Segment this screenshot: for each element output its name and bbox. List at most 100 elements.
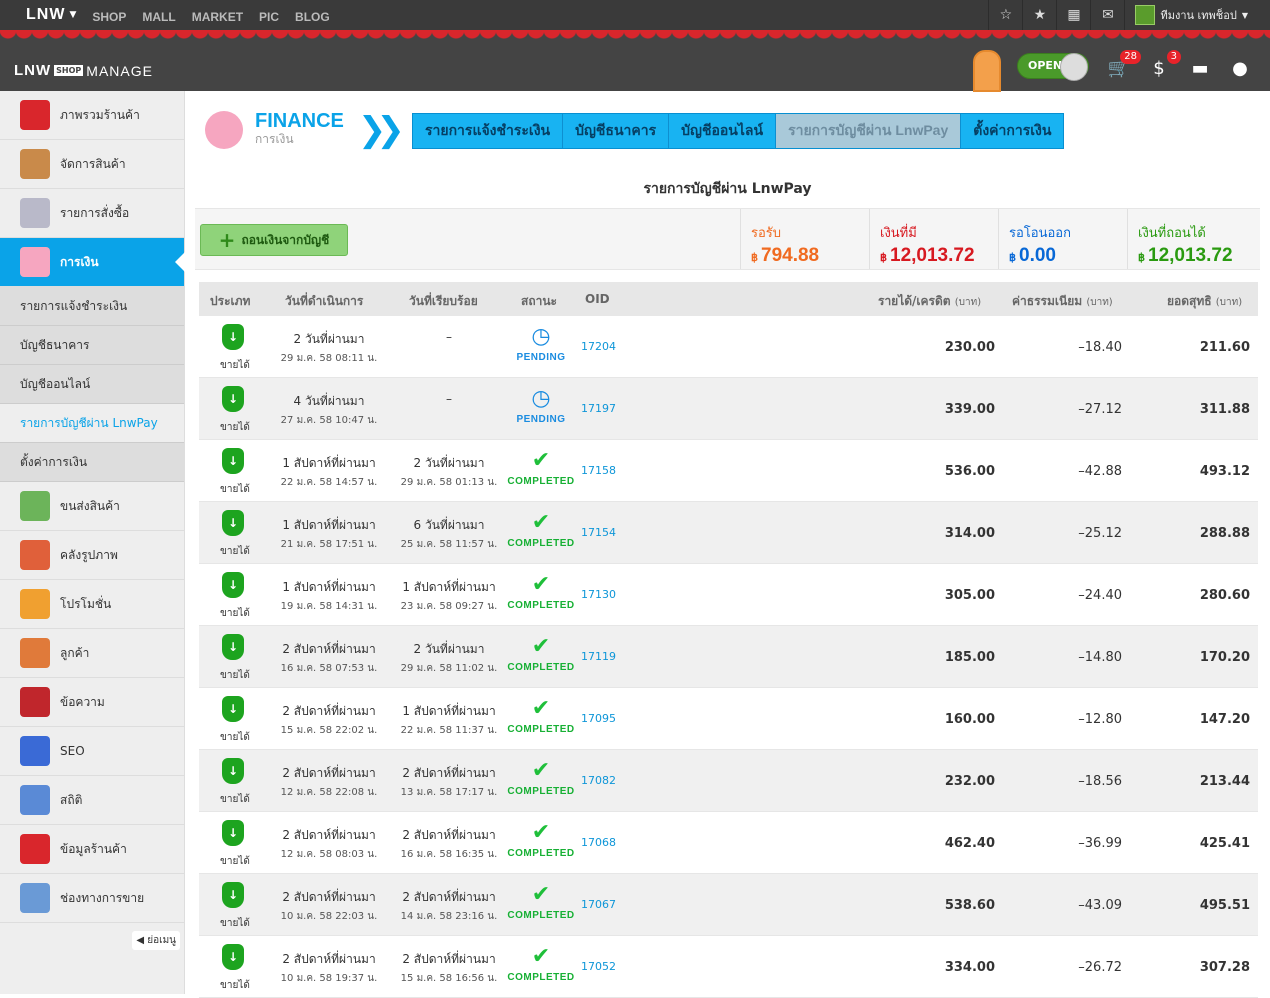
row-oid-link[interactable]: 17197 [581,402,616,415]
summary-label: รอรับ [751,226,782,241]
checkmark-icon: ✔ [531,510,551,535]
checkmark-icon: ✔ [531,944,551,969]
lnw-logo[interactable]: LNW [26,6,65,24]
user-name: ทีมงาน เทพช็อป [1160,9,1237,22]
sidebar-item-bottom-3[interactable]: ลูกค้า [0,629,184,678]
row-date-op-absolute: 12 ม.ค. 58 22:08 น. [280,787,378,798]
row-oid-link[interactable]: 17119 [581,650,616,663]
tab-0[interactable]: รายการแจ้งชำระเงิน [413,114,564,148]
sidebar-item-bottom-0[interactable]: ขนส่งสินค้า [0,482,184,531]
table-row[interactable]: ขายได้ 2 สัปดาห์ที่ผ่านมา 12 ม.ค. 58 22:08… [199,750,1258,812]
summary-value: ฿ 0.00 [1009,245,1127,267]
sidebar-item-bottom-7[interactable]: ข้อมูลร้านค้า [0,825,184,874]
row-date-op: 2 สัปดาห์ที่ผ่านมา 10 ม.ค. 58 22:03 น. [279,888,379,924]
sidebar-item-icon [20,247,50,277]
top-nav-blog[interactable]: BLOG [295,10,330,24]
row-date-op: 2 สัปดาห์ที่ผ่านมา 16 ม.ค. 58 07:53 น. [279,640,379,676]
table-row[interactable]: ขายได้ 2 สัปดาห์ที่ผ่านมา 15 ม.ค. 58 22:02… [199,688,1258,750]
table-row[interactable]: ขายได้ 2 สัปดาห์ที่ผ่านมา 10 ม.ค. 58 22:03… [199,874,1258,936]
row-date-op-absolute: 22 ม.ค. 58 14:57 น. [280,477,378,488]
sidebar-item-bottom-1[interactable]: คลังรูปภาพ [0,531,184,580]
sidebar-sub-2[interactable]: บัญชีออนไลน์ [0,365,184,404]
top-nav-pic[interactable]: PIC [259,10,279,24]
logo-manage: MANAGE [86,62,153,79]
row-income: 334.00 [944,960,995,975]
col-date-op: วันที่ดำเนินการ [285,294,364,308]
row-oid-link[interactable]: 17154 [581,526,616,539]
sidebar-item-bottom-2[interactable]: โปรโมชั่น [0,580,184,629]
shop-open-toggle[interactable]: OPEN [1017,53,1089,81]
row-oid-link[interactable]: 17204 [581,340,616,353]
row-date-op: 2 วันที่ผ่านมา 29 ม.ค. 58 08:11 น. [279,330,379,366]
table-row[interactable]: ขายได้ 2 สัปดาห์ที่ผ่านมา 10 ม.ค. 58 19:37… [199,936,1258,998]
row-oid-link[interactable]: 17082 [581,774,616,787]
row-status: ✔ COMPLETED [507,884,575,922]
table-row[interactable]: ขายได้ 2 วันที่ผ่านมา 29 ม.ค. 58 08:11 น. –… [199,316,1258,378]
top-nav-mall[interactable]: MALL [142,10,175,24]
row-status-label: COMPLETED [507,786,575,797]
table-row[interactable]: ขายได้ 1 สัปดาห์ที่ผ่านมา 19 ม.ค. 58 14:31… [199,564,1258,626]
col-income: รายได้/เครดิต (บาท) [878,292,981,311]
user-icon[interactable]: ● [1228,56,1252,80]
unit-label: (บาท) [954,297,982,308]
row-oid-link[interactable]: 17068 [581,836,616,849]
tab-4[interactable]: ตั้งค่าการเงิน [961,114,1064,148]
row-date-done-absolute: 13 ม.ค. 58 17:17 น. [400,787,498,798]
sidebar-item-bottom-8[interactable]: ช่องทางการขาย [0,874,184,923]
summary-box: รอโอนออก฿ 0.00 [998,209,1127,269]
user-menu[interactable]: ทีมงาน เทพช็อป ▼ [1124,0,1270,30]
table-row[interactable]: ขายได้ 2 สัปดาห์ที่ผ่านมา 12 ม.ค. 58 08:03… [199,812,1258,874]
mail-icon[interactable]: ✉ [1090,0,1124,30]
table-row[interactable]: ขายได้ 4 วันที่ผ่านมา 27 ม.ค. 58 10:47 น. –… [199,378,1258,440]
row-status-label: PENDING [516,352,566,363]
row-date-op-relative: 2 สัปดาห์ที่ผ่านมา [282,766,376,780]
row-oid-link[interactable]: 17130 [581,588,616,601]
table-row[interactable]: ขายได้ 2 สัปดาห์ที่ผ่านมา 16 ม.ค. 58 07:53… [199,626,1258,688]
chevron-down-icon[interactable]: ▼ [69,10,76,20]
tab-2[interactable]: บัญชีออนไลน์ [669,114,777,148]
sidebar-sub-4[interactable]: ตั้งค่าการเงิน [0,443,184,482]
withdraw-button[interactable]: + ถอนเงินจากบัญชี [200,224,348,256]
sidebar-item-top-0[interactable]: ภาพรวมร้านค้า [0,91,184,140]
star-icon[interactable]: ☆ [988,0,1022,30]
sidebar-item-bottom-5[interactable]: SEO [0,727,184,776]
row-oid-link[interactable]: 17158 [581,464,616,477]
row-date-op-relative: 2 สัปดาห์ที่ผ่านมา [282,828,376,842]
page-title: รายการบัญชีผ่าน LnwPay [643,181,812,197]
tab-3[interactable]: รายการบัญชีผ่าน LnwPay [776,114,962,148]
film-icon[interactable]: ▦ [1056,0,1090,30]
sidebar-item-top-3[interactable]: การเงิน [0,238,185,287]
money-icon[interactable]: $3 [1147,50,1181,80]
row-status-label: COMPLETED [507,972,575,983]
manage-logo[interactable]: LNW SHOP MANAGE [14,62,153,79]
row-date-done-relative: 2 วันที่ผ่านมา [413,456,485,470]
scallop-divider [0,30,1270,44]
chat-icon[interactable]: ▬ [1188,56,1212,80]
row-oid-link[interactable]: 17052 [581,960,616,973]
table-row[interactable]: ขายได้ 1 สัปดาห์ที่ผ่านมา 21 ม.ค. 58 17:51… [199,502,1258,564]
top-nav-shop[interactable]: SHOP [92,10,126,24]
top-nav-market[interactable]: MARKET [192,10,243,24]
row-fee: –18.56 [1078,774,1122,789]
cart-badge: 28 [1120,50,1141,64]
table-row[interactable]: ขายได้ 1 สัปดาห์ที่ผ่านมา 22 ม.ค. 58 14:57… [199,440,1258,502]
door-icon[interactable] [973,50,1001,92]
sidebar-sub-0[interactable]: รายการแจ้งชำระเงิน [0,287,184,326]
sidebar-item-top-2[interactable]: รายการสั่งซื้อ [0,189,184,238]
row-oid-link[interactable]: 17095 [581,712,616,725]
sidebar-item-bottom-6[interactable]: สถิติ [0,776,184,825]
sidebar-sub-3[interactable]: รายการบัญชีผ่าน LnwPay [0,404,184,443]
cart-icon[interactable]: 🛒 28 [1107,50,1141,80]
row-oid-link[interactable]: 17067 [581,898,616,911]
col-income-label: รายได้/เครดิต [878,294,951,308]
row-date-done: 2 วันที่ผ่านมา 29 ม.ค. 58 01:13 น. [394,454,504,490]
row-status: ✔ COMPLETED [507,760,575,798]
sidebar-sub-1[interactable]: บัญชีธนาคาร [0,326,184,365]
collapse-menu-button[interactable]: ◀ ย่อเมนู [132,931,180,950]
manage-bar: LNW SHOP MANAGE OPEN 🛒 28 $3 ▬ ● [0,44,1270,92]
row-income: 232.00 [944,774,995,789]
bookmark-icon[interactable]: ★ [1022,0,1056,30]
sidebar-item-bottom-4[interactable]: ข้อความ [0,678,184,727]
tab-1[interactable]: บัญชีธนาคาร [563,114,670,148]
sidebar-item-top-1[interactable]: จัดการสินค้า [0,140,184,189]
